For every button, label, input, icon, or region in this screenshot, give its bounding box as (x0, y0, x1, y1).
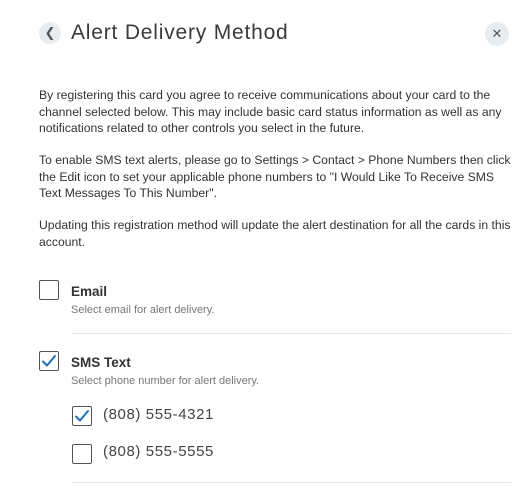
chevron-left-icon: ❮ (44, 25, 56, 40)
page-title: Alert Delivery Method (71, 21, 289, 44)
email-option-description: Select email for alert delivery. (71, 304, 215, 316)
phone-checkbox-2[interactable] (72, 444, 92, 464)
registration-agreement-text: By registering this card you agree to re… (39, 88, 502, 135)
sms-checkbox[interactable] (39, 351, 59, 371)
close-icon: ✕ (491, 26, 503, 41)
email-option-label: Email (71, 284, 108, 299)
checkmark-icon (75, 410, 89, 422)
phone-number-label: (808) 555-4321 (103, 406, 214, 423)
phone-number-label: (808) 555-5555 (103, 443, 214, 460)
sms-option-label: SMS Text (71, 355, 131, 370)
update-notice-text: Updating this registration method will u… (39, 218, 511, 249)
back-button[interactable]: ❮ (39, 22, 61, 44)
checkmark-icon (42, 355, 56, 367)
modal-header: ❮ Alert Delivery Method ✕ (39, 18, 509, 50)
phone-checkbox-1[interactable] (72, 406, 92, 426)
email-checkbox[interactable] (39, 280, 59, 300)
divider (71, 482, 511, 483)
sms-instructions-text: To enable SMS text alerts, please go to … (39, 153, 511, 200)
close-button[interactable]: ✕ (485, 22, 509, 46)
divider (71, 333, 511, 334)
sms-option-description: Select phone number for alert delivery. (71, 375, 260, 387)
